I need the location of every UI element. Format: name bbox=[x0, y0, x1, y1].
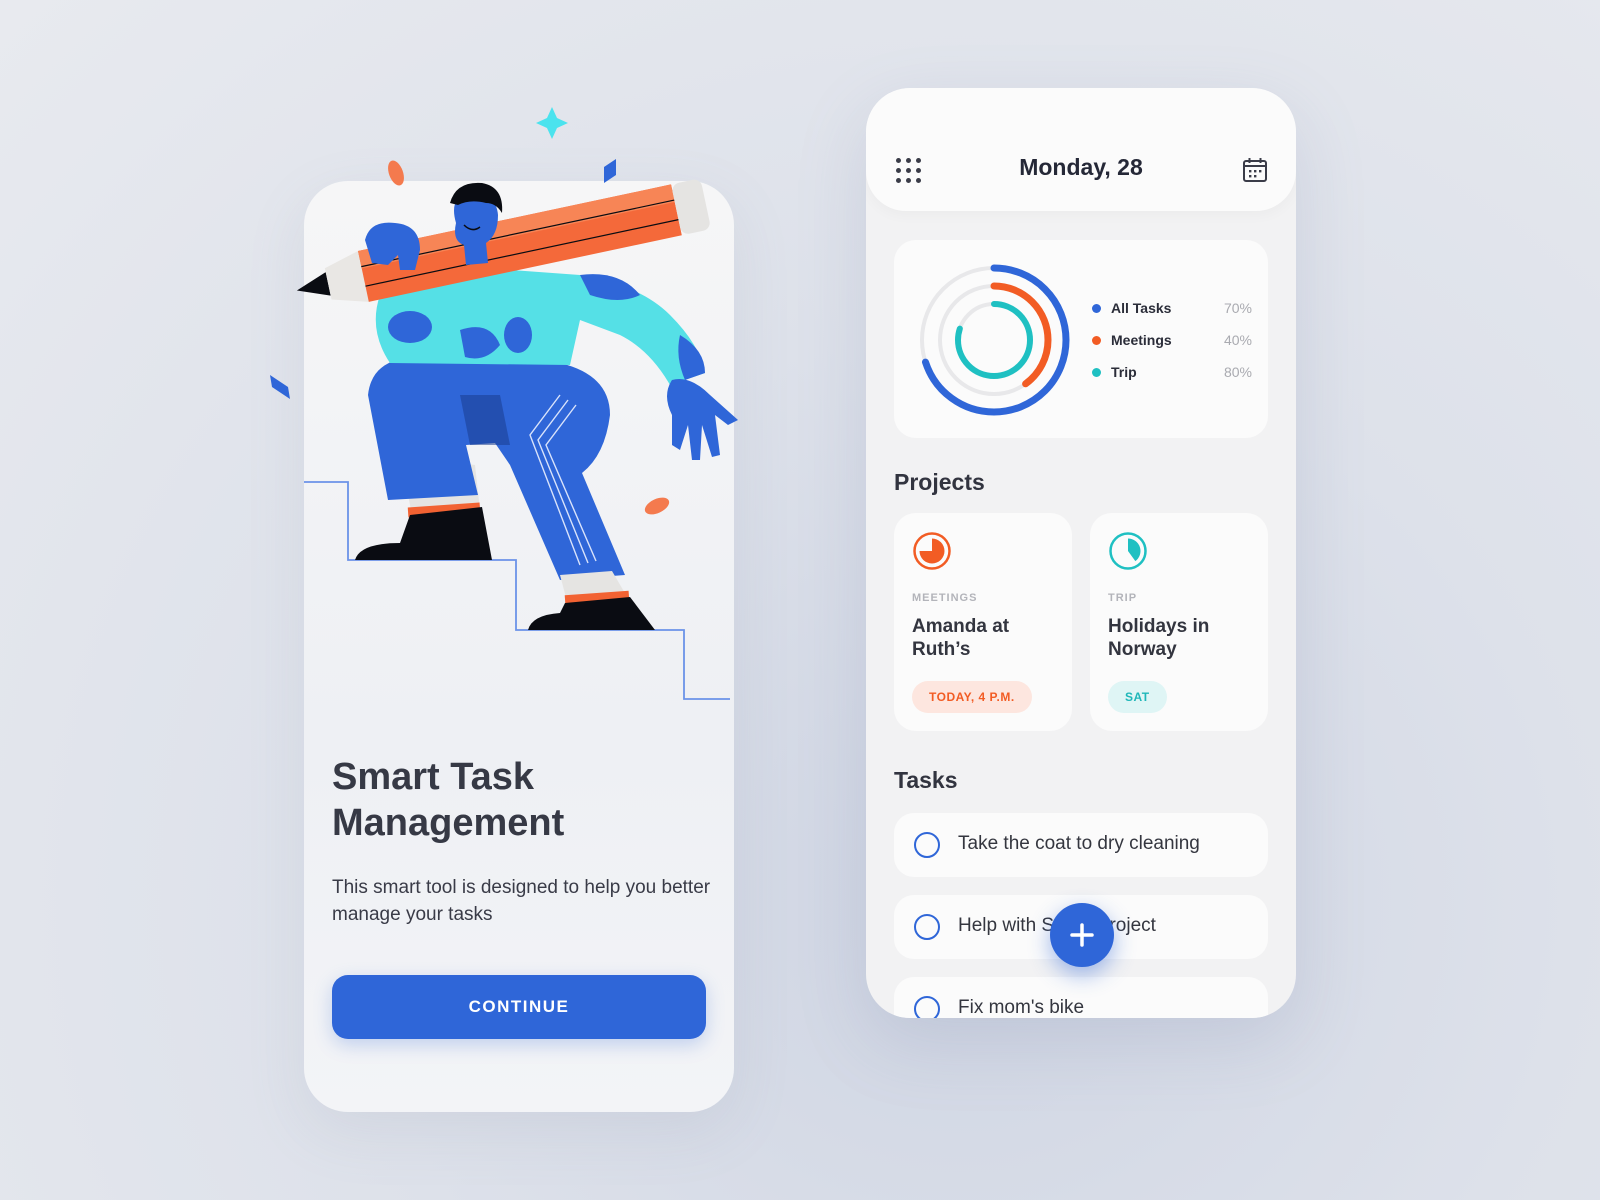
legend-label: All Tasks bbox=[1111, 300, 1172, 316]
project-date-badge: SAT bbox=[1108, 681, 1167, 713]
project-progress-icon bbox=[1109, 532, 1147, 570]
legend-value: 40% bbox=[1223, 332, 1252, 348]
progress-card: All Tasks 70% Meetings 40% Trip 80% bbox=[894, 240, 1268, 438]
legend-value: 80% bbox=[1223, 364, 1252, 380]
projects-title: Projects bbox=[894, 469, 985, 495]
task-checkbox[interactable] bbox=[914, 832, 940, 858]
plus-icon bbox=[1070, 923, 1094, 947]
confetti bbox=[270, 375, 290, 399]
project-category: MEETINGS bbox=[912, 592, 978, 604]
task-label: Fix mom's bike bbox=[958, 997, 1085, 1018]
task-checkbox[interactable] bbox=[914, 996, 940, 1018]
onboarding-title-line1: Smart Task bbox=[332, 756, 535, 798]
project-name: Amanda at Ruth’s bbox=[912, 616, 1010, 660]
progress-rings bbox=[918, 264, 1070, 416]
onboarding-title-line2: Management bbox=[332, 802, 565, 844]
task-checkbox[interactable] bbox=[914, 914, 940, 940]
legend-dot bbox=[1092, 367, 1101, 377]
date-title: Monday, 28 bbox=[1019, 154, 1143, 180]
legend-label: Trip bbox=[1111, 364, 1137, 380]
add-task-button[interactable] bbox=[1050, 903, 1114, 967]
continue-button[interactable]: CONTINUE bbox=[332, 975, 706, 1039]
progress-legend: All Tasks 70% Meetings 40% Trip 80% bbox=[1092, 292, 1252, 388]
project-category: TRIP bbox=[1108, 592, 1138, 604]
legend-dot bbox=[1092, 335, 1101, 345]
pie-slice bbox=[1128, 538, 1141, 562]
task-label: Take the coat to dry cleaning bbox=[958, 833, 1200, 854]
legend-item-all-tasks: All Tasks 70% bbox=[1092, 292, 1252, 324]
legend-item-trip: Trip 80% bbox=[1092, 356, 1252, 388]
legend-value: 70% bbox=[1223, 300, 1252, 316]
onboarding-screen bbox=[304, 181, 734, 1112]
project-progress-icon bbox=[913, 532, 951, 570]
project-name: Holidays in Norway bbox=[1108, 616, 1210, 660]
project-date-badge: TODAY, 4 P.M. bbox=[912, 681, 1032, 713]
legend-item-meetings: Meetings 40% bbox=[1092, 324, 1252, 356]
tasks-title: Tasks bbox=[894, 767, 958, 793]
confetti bbox=[604, 159, 616, 183]
dashboard-screen: Monday, 28 All Tasks 70% Meetings 40% Tr… bbox=[866, 88, 1296, 1018]
onboarding-description: This smart tool is designed to help you … bbox=[332, 877, 711, 925]
legend-label: Meetings bbox=[1111, 332, 1172, 348]
task-item[interactable]: Fix mom's bike bbox=[894, 977, 1268, 1018]
calendar-icon[interactable] bbox=[1242, 157, 1268, 183]
task-item[interactable]: Take the coat to dry cleaning bbox=[894, 813, 1268, 877]
project-card-meetings[interactable]: MEETINGS Amanda at Ruth’s TODAY, 4 P.M. bbox=[894, 513, 1072, 731]
sparkle-icon bbox=[536, 107, 568, 139]
pie-slice bbox=[919, 538, 945, 564]
onboarding-title: Smart Task Management bbox=[332, 754, 712, 846]
legend-dot bbox=[1092, 303, 1101, 313]
project-card-trip[interactable]: TRIP Holidays in Norway SAT bbox=[1090, 513, 1268, 731]
dashboard-header: Monday, 28 bbox=[866, 88, 1296, 211]
